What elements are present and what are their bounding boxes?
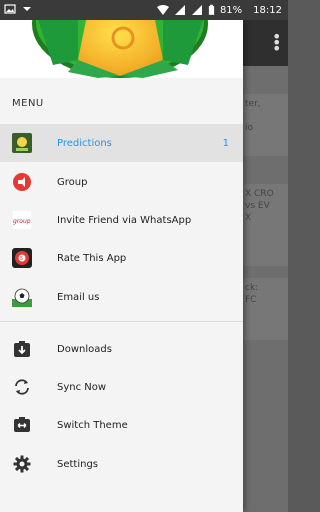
nav-item-label: Switch Theme [57, 419, 128, 431]
background-card-text: X [245, 213, 252, 223]
nav-item-label: Downloads [57, 343, 112, 355]
background-card-text: ter, [245, 99, 261, 109]
nav-item-label: Rate This App [57, 252, 127, 264]
svg-text:group: group [13, 218, 31, 225]
soccer-ball-icon [12, 287, 32, 307]
rate-ball-icon: 5 [12, 248, 32, 268]
nav-item-label: Email us [57, 291, 100, 303]
signal-icon-2 [191, 5, 202, 15]
nav-item-invite-friend[interactable]: group Invite Friend via WhatsApp [0, 201, 243, 239]
nav-item-label: Settings [57, 458, 99, 470]
signal-icon [174, 5, 185, 15]
menu-title: MENU [12, 98, 44, 109]
background-card-text: ck: [245, 283, 259, 293]
nav-item-label: Sync Now [57, 381, 107, 393]
nav-item-rate-app[interactable]: 5 Rate This App [0, 239, 243, 277]
group-megaphone-icon [12, 172, 32, 192]
nav-item-settings[interactable]: Settings [0, 445, 243, 483]
background-card: ck: FC [243, 278, 288, 340]
notification-icon [23, 7, 31, 11]
nav-item-label: Group [57, 176, 88, 188]
svg-text:5: 5 [20, 256, 23, 262]
group-text-icon: group [12, 210, 32, 230]
background-app: • • • ter, io X CRO vs EV X ck: FC [243, 20, 288, 512]
background-card: X CRO vs EV X [243, 184, 288, 266]
nav-item-downloads[interactable]: Downloads [0, 330, 243, 368]
wifi-icon [156, 5, 169, 15]
nav-item-label: Predictions [57, 137, 112, 149]
background-card-text: FC [245, 295, 257, 305]
football-logo-icon [32, 20, 208, 78]
predictions-icon [12, 133, 32, 153]
background-card-text: X CRO [245, 189, 274, 199]
sync-icon [12, 377, 32, 397]
nav-item-label: Invite Friend via WhatsApp [57, 214, 192, 226]
clock: 18:12 [253, 4, 282, 16]
background-card-text: io [245, 123, 254, 133]
switch-theme-icon [12, 415, 32, 435]
nav-item-switch-theme[interactable]: Switch Theme [0, 406, 243, 444]
predictions-count-badge: 1 [222, 137, 229, 149]
battery-percent: 81% [219, 4, 243, 16]
background-card-text: vs EV [245, 201, 270, 211]
nav-item-predictions[interactable]: Predictions 1 [0, 124, 243, 162]
more-options-icon[interactable]: • • • [272, 29, 281, 57]
gallery-icon [4, 4, 16, 14]
drawer-header [0, 20, 243, 78]
nav-item-group[interactable]: Group [0, 163, 243, 201]
nav-item-sync-now[interactable]: Sync Now [0, 368, 243, 406]
nav-item-email-us[interactable]: Email us [0, 278, 243, 316]
battery-icon [208, 4, 215, 15]
download-icon [12, 339, 32, 359]
menu-divider [0, 321, 243, 322]
status-bar: 81% 18:12 [0, 0, 288, 20]
background-card: ter, io [243, 94, 288, 156]
navigation-drawer: MENU Predictions 1 Group group Invite Fr… [0, 20, 243, 512]
background-toolbar: • • • [243, 20, 288, 66]
gear-icon [12, 454, 32, 474]
